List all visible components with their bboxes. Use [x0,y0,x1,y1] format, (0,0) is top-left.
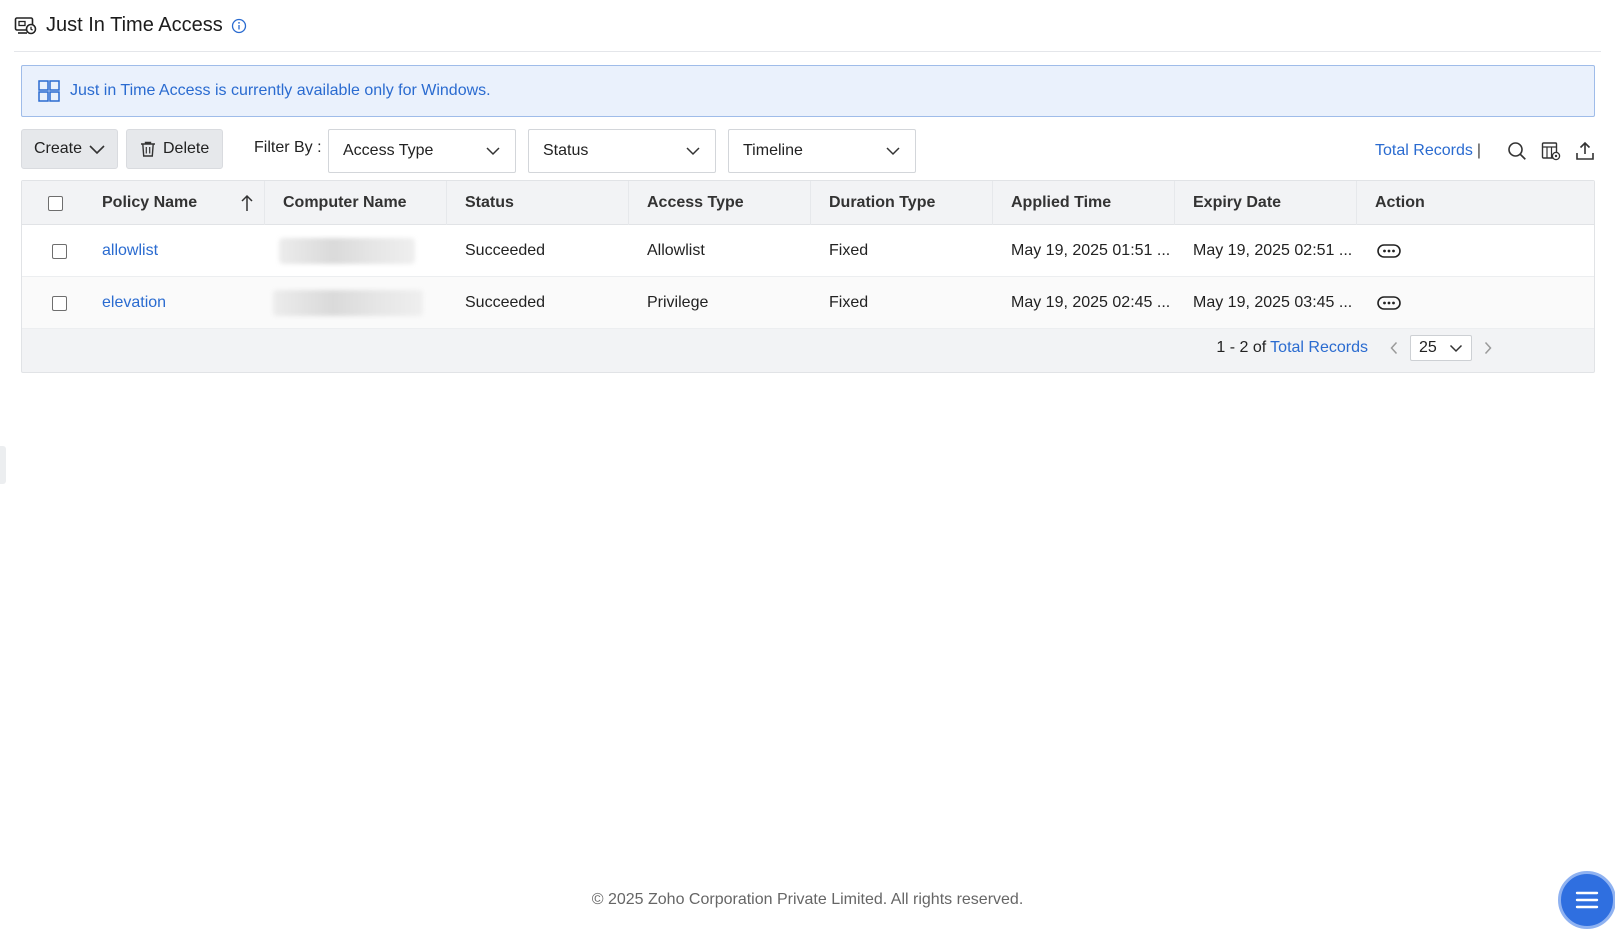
chevron-down-icon [886,147,900,156]
column-header-label: Duration Type [829,194,936,211]
chevron-down-icon [89,145,105,155]
toolbar-actions: Total Records | [1375,141,1595,161]
info-icon[interactable] [231,18,247,34]
row-select-cell [22,277,84,329]
pagination-range: 1 - 2 of [1216,339,1267,356]
chevron-down-icon [686,147,700,156]
delete-button[interactable]: Delete [126,129,223,169]
access-type-cell: Allowlist [647,242,705,259]
action-cell [1357,277,1594,329]
access-type-filter[interactable]: Access Type [328,129,516,173]
footer-copyright: © 2025 Zoho Corporation Private Limited.… [591,891,1024,908]
total-records-link[interactable]: Total Records [1375,142,1473,160]
sort-up-icon[interactable] [240,194,254,212]
column-header-label: Computer Name [283,194,407,211]
table-row: elevation Succeeded Privilege Fixed May … [22,277,1594,329]
column-header-duration-type[interactable]: Duration Type [811,181,993,225]
column-header-label: Action [1375,194,1425,211]
computer-name-cell [265,225,447,277]
column-header-applied-time[interactable]: Applied Time [993,181,1175,225]
computer-name-redacted [279,238,415,264]
jit-access-icon [14,16,37,34]
row-checkbox[interactable] [52,295,67,311]
duration-type-cell: Fixed [829,242,869,259]
column-header-label: Access Type [647,194,744,211]
column-header-policy-name[interactable]: Policy Name [84,181,265,225]
expiry-date-cell: May 19, 2025 03:45 ... [1193,294,1353,311]
info-banner: Just in Time Access is currently availab… [21,65,1595,117]
column-settings-icon[interactable] [1541,141,1561,161]
separator: | [1476,142,1481,159]
windows-icon [38,80,60,102]
next-page-button[interactable] [1478,338,1498,358]
computer-name-redacted [273,290,423,316]
expiry-date-cell: May 19, 2025 02:51 ... [1193,242,1353,259]
chevron-down-icon [486,147,500,156]
toolbar: Create Delete Filter By : Access Type St… [21,129,1595,173]
chevron-right-icon [1484,341,1492,355]
column-header-status[interactable]: Status [447,181,629,225]
policy-table: Policy Name Computer Name Status Access … [21,180,1595,373]
table-row: allowlist Succeeded Allowlist Fixed May … [22,225,1594,277]
duration-type-cell: Fixed [829,294,869,311]
page-size-value: 25 [1419,339,1437,356]
side-panel-handle[interactable] [0,446,6,484]
policy-name-cell: elevation [84,277,265,329]
delete-button-label: Delete [163,140,210,157]
status-filter[interactable]: Status [528,129,716,173]
policy-name-link[interactable]: elevation [102,294,166,312]
filter-label: Filter By : [254,139,322,156]
more-actions-icon[interactable] [1377,244,1401,258]
page-size-select[interactable]: 25 [1410,335,1472,361]
applied-time-cell: May 19, 2025 02:45 ... [1011,294,1171,311]
policy-name-link[interactable]: allowlist [102,242,158,260]
pagination: 1 - 2 of Total Records 25 [1216,335,1498,361]
column-header-expiry-date[interactable]: Expiry Date [1175,181,1357,225]
export-icon[interactable] [1575,141,1595,161]
menu-fab-button[interactable] [1558,871,1615,929]
column-header-label: Status [465,194,514,211]
create-button-label: Create [34,140,83,157]
column-header-label: Expiry Date [1193,194,1282,211]
timeline-filter[interactable]: Timeline [728,129,916,173]
page-title: Just In Time Access [46,14,223,36]
create-button[interactable]: Create [21,129,118,169]
status-cell: Succeeded [465,294,546,311]
more-actions-icon[interactable] [1377,296,1401,310]
column-header-computer-name[interactable]: Computer Name [265,181,447,225]
column-header-access-type[interactable]: Access Type [629,181,811,225]
select-all-cell [22,181,84,225]
search-icon[interactable] [1507,141,1527,161]
column-header-label: Applied Time [1011,194,1112,211]
access-type-filter-label: Access Type [343,142,434,159]
trash-icon [141,141,155,157]
row-select-cell [22,225,84,277]
status-filter-label: Status [543,142,589,159]
pagination-total-link[interactable]: Total Records [1270,339,1368,357]
chevron-down-icon [1449,344,1463,352]
column-header-label: Policy Name [102,194,198,211]
computer-name-cell [265,277,447,329]
timeline-filter-label: Timeline [743,142,803,159]
prev-page-button[interactable] [1384,338,1404,358]
menu-icon [1575,891,1599,909]
banner-text: Just in Time Access is currently availab… [70,82,491,99]
access-type-cell: Privilege [647,294,709,311]
chevron-left-icon [1390,341,1398,355]
page-header: Just In Time Access [14,12,1601,52]
table-header: Policy Name Computer Name Status Access … [22,181,1594,225]
row-checkbox[interactable] [52,243,67,259]
applied-time-cell: May 19, 2025 01:51 ... [1011,242,1171,259]
column-header-action: Action [1357,181,1594,225]
policy-name-cell: allowlist [84,225,265,277]
status-cell: Succeeded [465,242,546,259]
select-all-checkbox[interactable] [48,195,63,211]
action-cell [1357,225,1594,277]
